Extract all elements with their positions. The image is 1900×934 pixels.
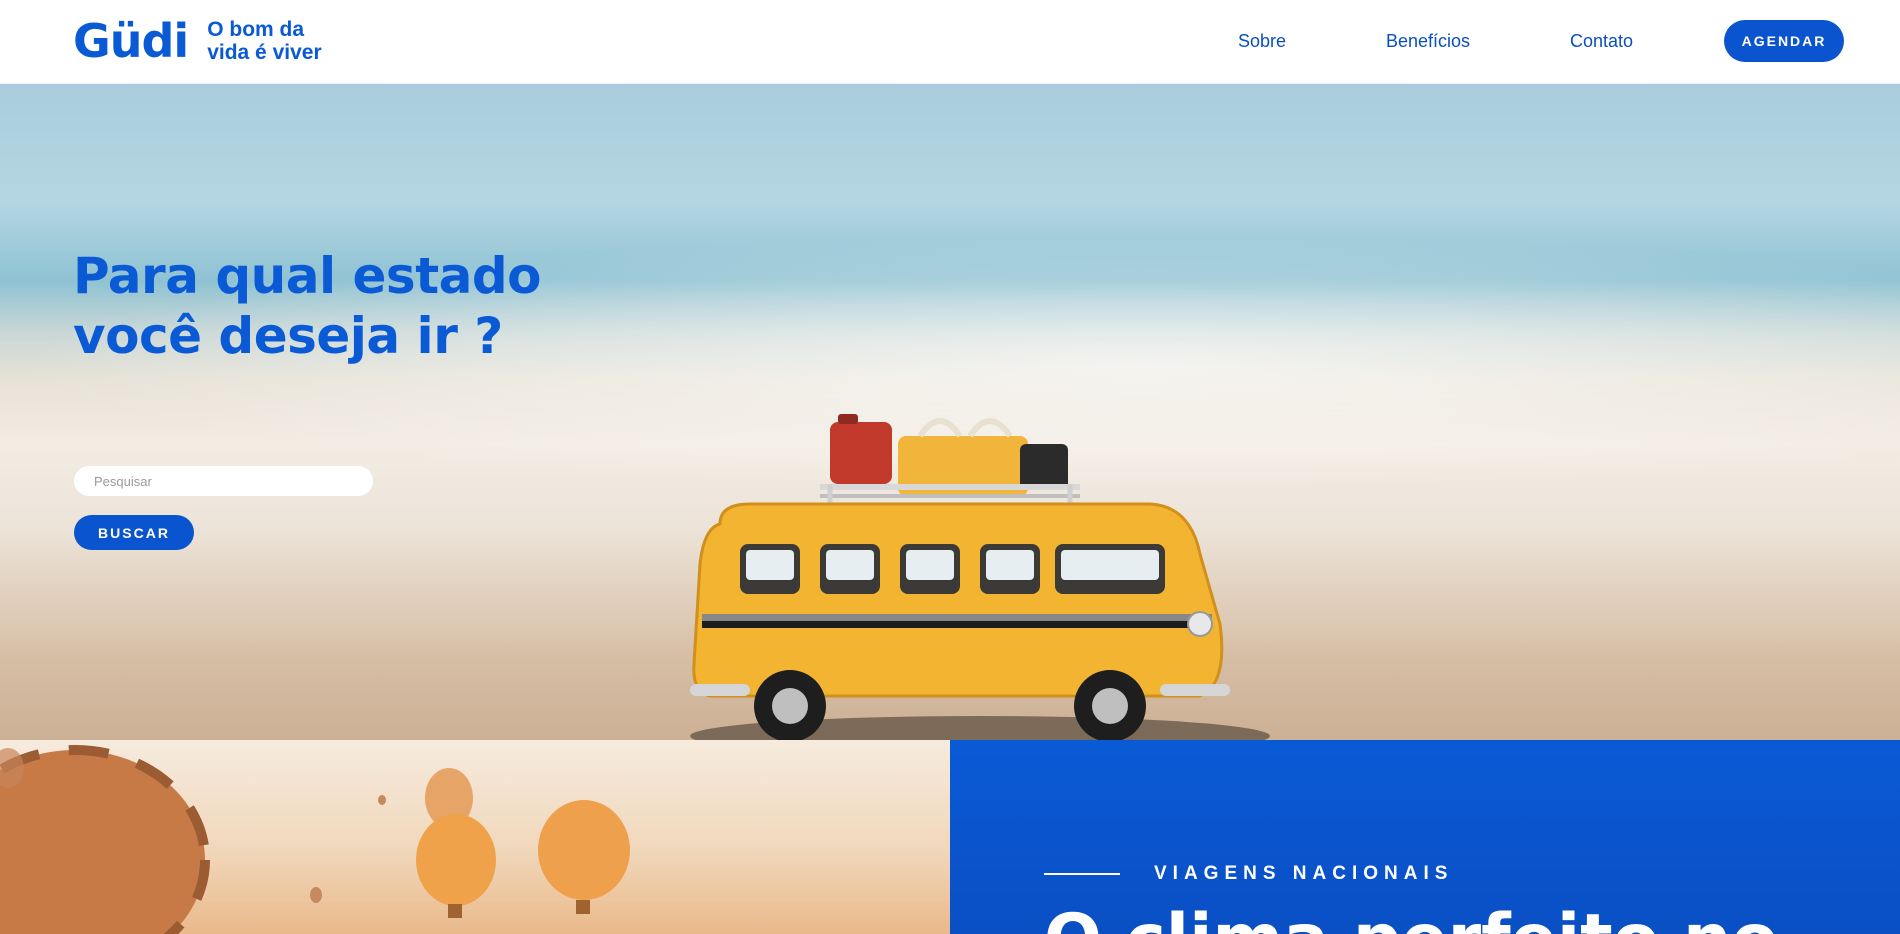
schedule-button[interactable]: AGENDAR	[1724, 20, 1844, 62]
site-header: Güdi O bom da vida é viver Sobre Benefíc…	[0, 0, 1900, 84]
toy-van-image	[690, 414, 1270, 740]
tagline: O bom da vida é viver	[207, 18, 347, 64]
eyebrow-label: VIAGENS NACIONAIS	[1154, 863, 1454, 884]
logo[interactable]: Güdi	[73, 16, 189, 66]
hero-title: Para qual estado você deseja ir ?	[73, 246, 593, 366]
brand[interactable]: Güdi O bom da vida é viver	[73, 16, 347, 66]
search-input[interactable]	[74, 466, 373, 496]
hero-section: Para qual estado você deseja ir ? BUSCAR	[0, 84, 1900, 740]
search-button[interactable]: BUSCAR	[74, 515, 194, 550]
balloons-image	[0, 740, 950, 934]
national-trips-section: VIAGENS NACIONAIS O clima perfeito no	[950, 740, 1900, 934]
nav-link-beneficios[interactable]: Benefícios	[1386, 31, 1470, 52]
section-heading: O clima perfeito no	[1044, 900, 1778, 934]
hero-title-line-2: você deseja ir ?	[73, 307, 503, 365]
hero-title-line-1: Para qual estado	[73, 247, 541, 305]
balloons-illustration	[0, 745, 630, 934]
tagline-line-2: vida é viver	[207, 41, 322, 64]
eyebrow-divider	[1044, 873, 1120, 875]
tagline-line-1: O bom da	[207, 18, 305, 41]
nav-link-contato[interactable]: Contato	[1570, 31, 1633, 52]
nav-link-sobre[interactable]: Sobre	[1238, 31, 1286, 52]
